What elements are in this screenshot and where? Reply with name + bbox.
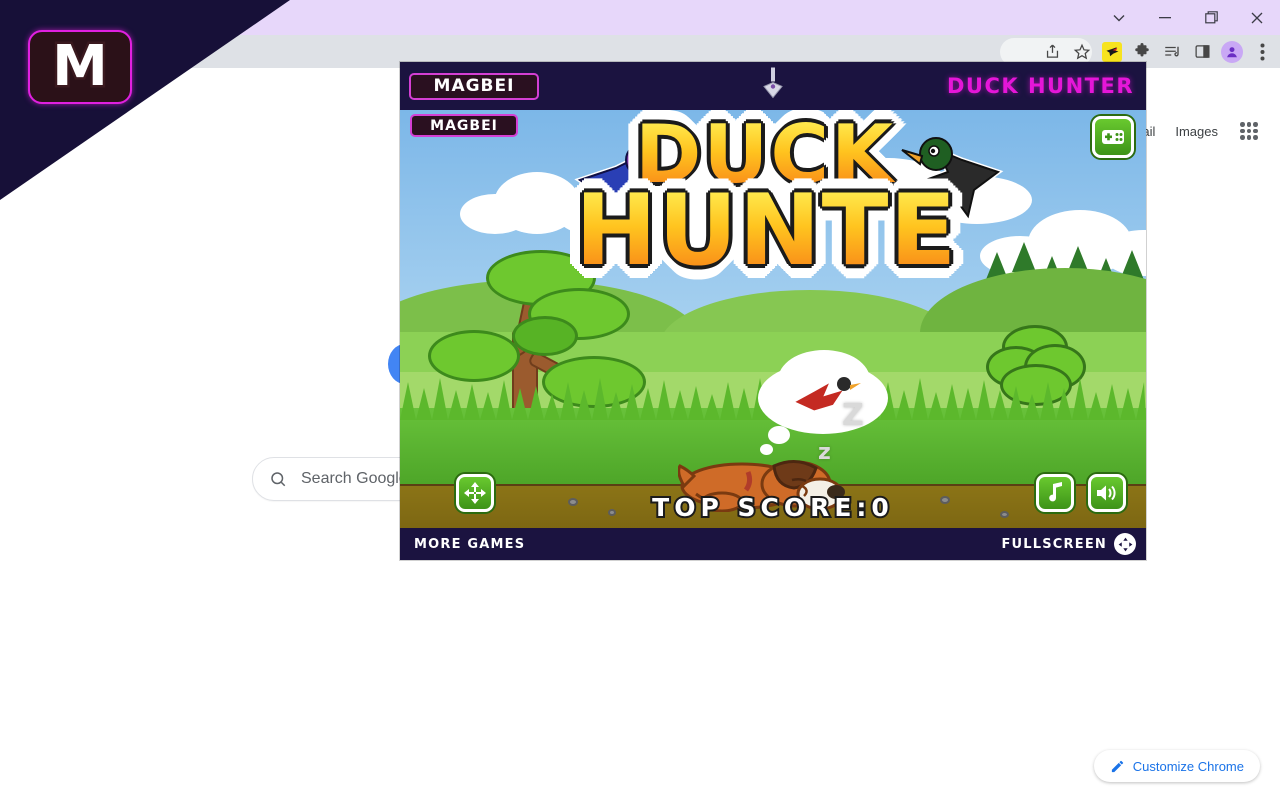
minimize-icon[interactable] [1142,0,1188,35]
chrome-menu-icon[interactable] [1248,38,1276,66]
music-note-icon [1045,482,1065,504]
magbei-corner-logo[interactable]: M [28,30,132,104]
bird-glyph [1105,46,1120,58]
fullscreen-icon [1114,533,1136,555]
speaker-icon [1095,483,1119,503]
ntp-top-links: ail Images [1142,120,1260,142]
magbei-corner-letter: M [52,39,108,95]
search-icon [269,470,287,488]
close-icon[interactable] [1234,0,1280,35]
fullscreen-label: FULLSCREEN [1001,537,1107,552]
game-top-bar: MAGBEI DUCK HUNTER [400,62,1146,110]
collapse-arrow-icon[interactable] [760,68,786,105]
gamepad-icon [1101,128,1125,146]
magbei-logo-badge[interactable]: MAGBEI [409,73,539,100]
customize-chrome-button[interactable]: Customize Chrome [1094,750,1260,782]
chevron-down-icon[interactable] [1096,0,1142,35]
game-bottom-bar: MORE GAMES FULLSCREEN [400,528,1146,560]
magbei-watermark: MAGBEI [410,114,518,137]
gamepad-button[interactable] [1092,116,1134,158]
maximize-icon[interactable] [1188,0,1234,35]
logo-line-2: HUNTER [575,186,955,276]
duck-hunter-game-frame[interactable]: MAGBEI DUCK HUNTER [400,62,1146,560]
search-placeholder: Search Google [301,470,408,488]
resize-button[interactable] [456,474,494,512]
magbei-logo-text: MAGBEI [434,76,515,96]
sound-button[interactable] [1088,474,1126,512]
top-score-label: TOP SCORE:0 [400,493,1146,522]
duck-hunter-logo: DUCK HUNTER [575,118,955,333]
media-playlist-icon[interactable] [1158,38,1186,66]
window-controls [1096,0,1280,35]
four-arrows-icon [463,481,487,505]
side-panel-icon[interactable] [1188,38,1216,66]
fullscreen-control[interactable]: FULLSCREEN [1001,533,1136,555]
game-title: DUCK HUNTER [947,74,1134,98]
music-button[interactable] [1036,474,1074,512]
customize-chrome-label: Customize Chrome [1133,759,1244,774]
ntp-link-images[interactable]: Images [1175,124,1218,139]
profile-avatar[interactable] [1218,38,1246,66]
sleep-letter-large: Z [842,398,864,433]
pencil-icon [1110,759,1125,774]
game-stage[interactable]: DUCK HUNTER [400,110,1146,528]
more-games-link[interactable]: MORE GAMES [414,537,525,552]
google-apps-grid-icon[interactable] [1238,120,1260,142]
